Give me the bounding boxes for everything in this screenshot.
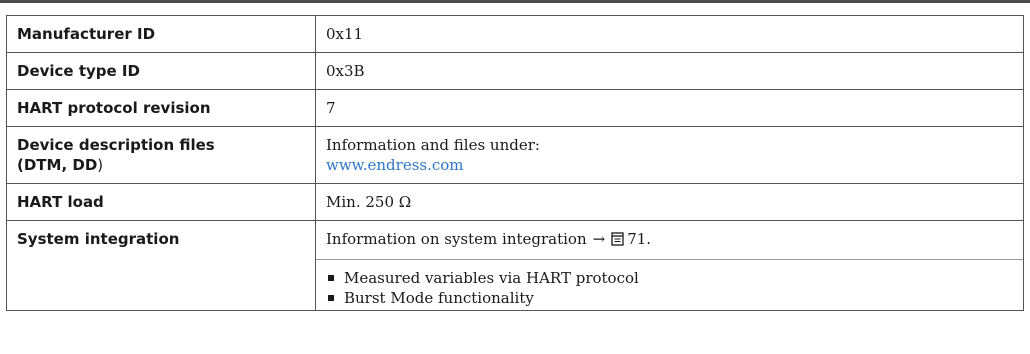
endress-link[interactable]: www.endress.com (326, 155, 1013, 175)
row-label-device-description-files: Device description files (DTM, DD) (6, 126, 316, 184)
table-row: Device description files (DTM, DD) Infor… (6, 126, 1024, 184)
table-row: HART load Min. 250 Ω (6, 183, 1024, 221)
feature-list: Measured variables via HART protocol Bur… (326, 268, 1013, 308)
label-line-2-paren: ) (97, 156, 104, 174)
bullet-icon (328, 275, 334, 281)
row-value-hart-load: Min. 250 Ω (315, 183, 1024, 221)
row-value-hart-protocol-revision: 7 (315, 89, 1024, 127)
row-label-device-type-id: Device type ID (6, 52, 316, 90)
row-value-device-type-id: 0x3B (315, 52, 1024, 90)
label-line-2: (DTM, DD) (17, 155, 305, 175)
document-page-icon (611, 231, 624, 251)
value-text: Information and files under: (326, 136, 540, 154)
system-integration-reference: Information on system integration → 71. (326, 229, 1013, 251)
label-line-1: Device description files (17, 136, 215, 154)
list-item: Burst Mode functionality (326, 288, 1013, 308)
arrow-right-icon: → (592, 230, 606, 248)
system-integration-text: Information on system integration (326, 230, 587, 248)
table-row: Device type ID 0x3B (6, 52, 1024, 90)
row-value-system-integration: Information on system integration → 71. Me… (315, 220, 1024, 311)
row-label-hart-load: HART load (6, 183, 316, 221)
row-label-hart-protocol-revision: HART protocol revision (6, 89, 316, 127)
list-item-text: Measured variables via HART protocol (344, 269, 639, 287)
page-top-rule (0, 0, 1030, 3)
table-row: Manufacturer ID 0x11 (6, 15, 1024, 53)
list-item-text: Burst Mode functionality (344, 289, 534, 307)
bullet-icon (328, 295, 334, 301)
table-row: System integration Information on system… (6, 220, 1024, 311)
list-item: Measured variables via HART protocol (326, 268, 1013, 288)
table-row: HART protocol revision 7 (6, 89, 1024, 127)
row-value-device-description-files: Information and files under: www.endress… (315, 126, 1024, 184)
row-label-manufacturer-id: Manufacturer ID (6, 15, 316, 53)
label-line-2-main: (DTM, DD (17, 156, 98, 174)
page-reference-number: 71. (627, 230, 652, 248)
hart-specification-table: Manufacturer ID 0x11 Device type ID 0x3B… (6, 15, 1024, 311)
row-value-manufacturer-id: 0x11 (315, 15, 1024, 53)
row-label-system-integration: System integration (6, 220, 316, 311)
system-integration-features: Measured variables via HART protocol Bur… (316, 259, 1023, 308)
